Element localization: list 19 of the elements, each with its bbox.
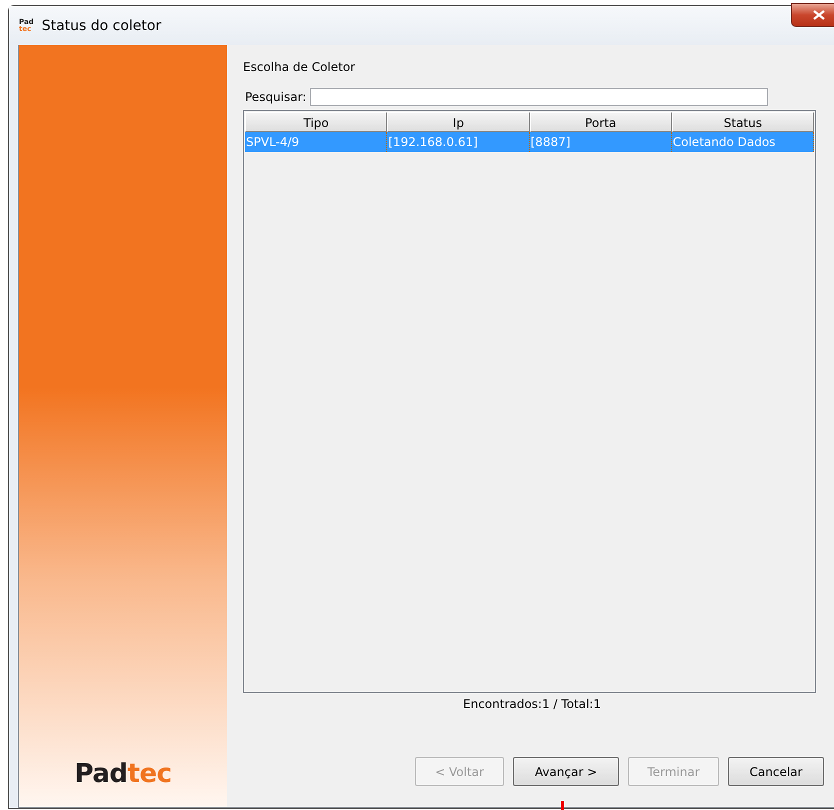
pointer-mark — [561, 801, 564, 810]
window-title: Status do coletor — [42, 18, 162, 34]
table-cell: [192.168.0.61] — [387, 132, 530, 152]
wizard-button[interactable]: Avançar > — [513, 757, 619, 786]
brand-logo: Padtec — [74, 759, 172, 789]
column-header[interactable]: Status — [672, 112, 814, 132]
column-header[interactable]: Porta — [530, 112, 672, 132]
column-header[interactable]: Tipo — [245, 112, 388, 132]
result-count: Encontrados:1 / Total:1 — [463, 697, 601, 711]
close-icon — [813, 10, 825, 20]
table-cell: Coletando Dados — [672, 132, 814, 152]
wizard-button[interactable]: Cancelar — [728, 757, 824, 786]
table-cell: SPVL-4/9 — [245, 132, 388, 152]
section-heading: Escolha de Coletor — [243, 60, 356, 76]
close-button[interactable] — [791, 3, 834, 27]
search-label: Pesquisar: — [245, 90, 306, 104]
search-field[interactable] — [310, 88, 768, 106]
column-header[interactable]: Ip — [387, 112, 530, 132]
table-cell: [8887] — [530, 132, 672, 152]
